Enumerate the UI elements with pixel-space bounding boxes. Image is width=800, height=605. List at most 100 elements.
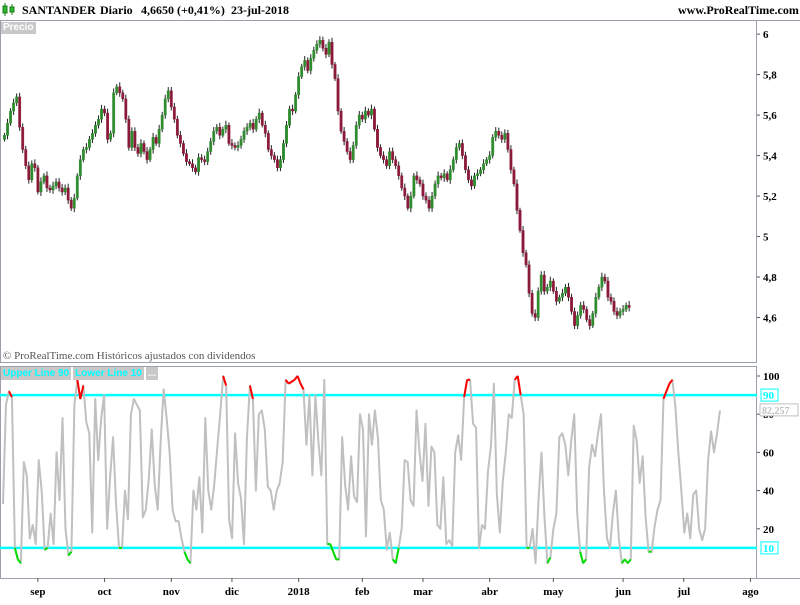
x-tick-label: ago <box>742 586 759 598</box>
candle-body <box>257 112 261 120</box>
candle-body <box>72 197 76 209</box>
candle-body <box>479 169 482 174</box>
candle-body <box>357 114 361 126</box>
candle-body <box>409 195 413 209</box>
candle-body <box>288 108 291 126</box>
candle-body <box>376 129 379 148</box>
candle-body <box>145 151 149 160</box>
candle-body <box>276 159 279 168</box>
candlestick-icon <box>2 3 15 16</box>
candle-body <box>200 157 204 160</box>
candle-body <box>612 301 616 312</box>
candle-body <box>154 137 158 144</box>
candle-body <box>439 175 443 179</box>
indicator-tick-label: 100 <box>763 371 780 383</box>
candle-body <box>127 118 131 148</box>
candle-body <box>582 305 586 310</box>
candle-body <box>321 39 325 49</box>
candle-body <box>215 127 219 132</box>
candle-body <box>42 175 46 183</box>
candle-body <box>157 129 161 144</box>
candle-body <box>348 151 352 160</box>
legend-upper-line[interactable]: Upper Line 90 <box>1 367 72 380</box>
candle-body <box>336 78 340 112</box>
candle-body <box>136 147 140 154</box>
candle-body <box>388 151 392 166</box>
candle-body <box>39 181 43 193</box>
last-value-label: 82,257 <box>762 406 790 417</box>
candle-body <box>585 309 589 320</box>
candle-body <box>345 141 349 152</box>
candle-body <box>248 122 252 128</box>
candle-body <box>530 293 534 314</box>
candle-body <box>615 311 619 316</box>
candle-body <box>306 60 310 71</box>
candle-body <box>500 135 504 140</box>
candle-body <box>233 145 237 148</box>
candle-body <box>188 161 191 164</box>
candle-body <box>515 183 519 211</box>
candle-body <box>457 143 461 148</box>
candle-body <box>588 319 592 326</box>
candle-body <box>57 181 61 189</box>
candle-body <box>591 313 595 326</box>
site-label[interactable]: www.ProRealTime.com <box>678 3 799 18</box>
candle-body <box>533 313 537 318</box>
legend-lower-line[interactable]: Lower Line 10 <box>73 367 144 380</box>
candle-body <box>627 305 631 308</box>
price-tick-label: 6 <box>763 29 769 41</box>
candle-body <box>15 96 19 104</box>
candle-body <box>191 163 194 168</box>
x-tick-label: 2018 <box>288 586 311 598</box>
candle-body <box>142 143 146 152</box>
candle-body <box>203 159 207 162</box>
candle-body <box>69 199 73 209</box>
candle-body <box>209 141 213 152</box>
candle-body <box>570 297 573 312</box>
candle-body <box>9 110 12 124</box>
candle-body <box>24 149 28 166</box>
candle-body <box>512 169 516 185</box>
copyright-notice: © ProRealTime.com Históricos ajustados c… <box>3 350 256 362</box>
chart-root: 65,85,65,45,254,84,6 9010 1008060402082,… <box>0 0 800 600</box>
candle-body <box>236 145 240 148</box>
candle-body <box>382 155 385 160</box>
candle-body <box>30 163 34 181</box>
x-tick-label: jun <box>614 586 631 598</box>
candle-body <box>121 92 125 100</box>
pane-tag-price[interactable]: Precio <box>1 22 36 34</box>
candle-body <box>312 50 316 59</box>
candle-body <box>597 286 601 298</box>
candle-body <box>491 137 495 156</box>
candle-body <box>91 133 94 140</box>
candle-body <box>509 149 513 170</box>
candle-body <box>224 125 228 130</box>
candle-body <box>315 44 319 51</box>
candle-body <box>294 94 298 112</box>
legend-more[interactable]: ... <box>145 367 159 380</box>
candle-body <box>230 143 234 146</box>
candle-body <box>391 151 395 160</box>
instrument-name: SANTANDER <box>22 3 96 17</box>
candle-body <box>124 98 128 120</box>
candle-body <box>106 112 110 140</box>
candle-body <box>148 149 152 160</box>
candle-body <box>303 60 307 67</box>
candle-body <box>103 108 106 114</box>
candle-body <box>497 131 501 136</box>
x-tick-label: mar <box>413 586 433 598</box>
quote-date: 23-jul-2018 <box>231 3 289 17</box>
candle-body <box>115 86 119 94</box>
price-tick-label: 5,8 <box>763 70 777 82</box>
candle-body <box>18 96 22 128</box>
candle-body <box>218 127 222 136</box>
candle-body <box>427 199 431 209</box>
candle-body <box>327 42 331 55</box>
candle-body <box>330 42 334 65</box>
candle-body <box>197 157 200 172</box>
candle-body <box>272 155 276 160</box>
candle-body <box>545 286 549 292</box>
candle-body <box>618 311 622 316</box>
indicator-tick-label: 60 <box>763 447 775 459</box>
candle-body <box>66 187 70 201</box>
